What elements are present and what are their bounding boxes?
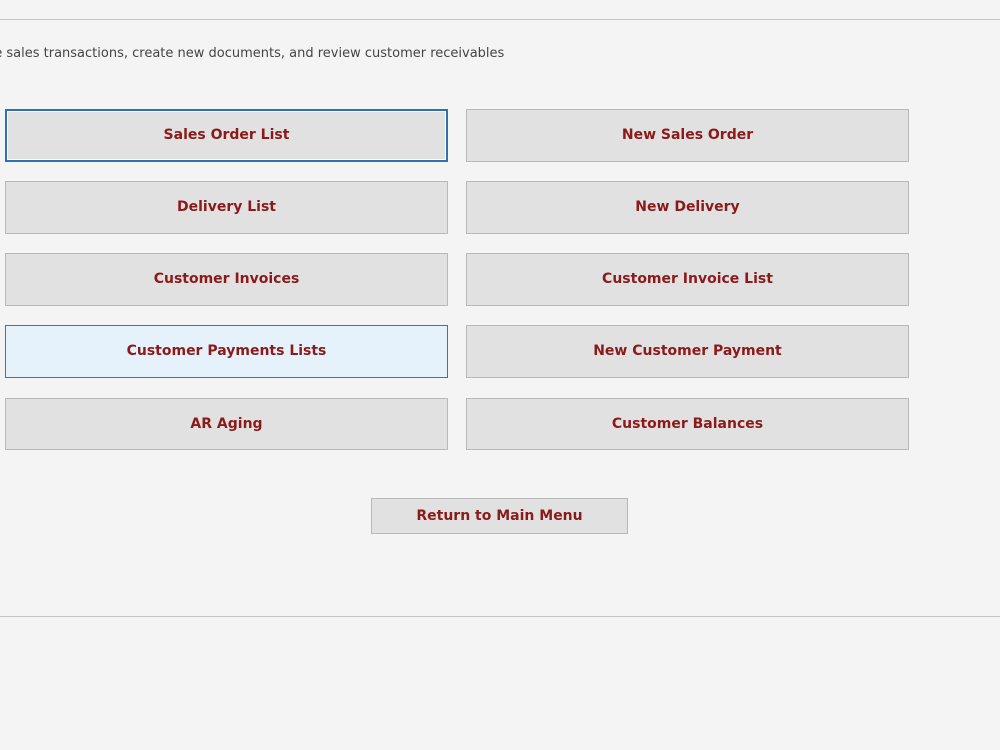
customer-payments-lists-button[interactable]: Customer Payments Lists (5, 325, 448, 378)
bottom-divider (0, 616, 1000, 617)
return-to-main-menu-button[interactable]: Return to Main Menu (371, 498, 628, 534)
customer-invoices-button[interactable]: Customer Invoices (5, 253, 448, 306)
ar-aging-button[interactable]: AR Aging (5, 398, 448, 450)
customer-balances-button[interactable]: Customer Balances (466, 398, 909, 450)
customer-invoice-list-button[interactable]: Customer Invoice List (466, 253, 909, 306)
new-delivery-button[interactable]: New Delivery (466, 181, 909, 234)
new-customer-payment-button[interactable]: New Customer Payment (466, 325, 909, 378)
new-sales-order-button[interactable]: New Sales Order (466, 109, 909, 162)
page-subtitle-text: ge sales transactions, create new docume… (0, 46, 505, 61)
sales-order-list-button[interactable]: Sales Order List (5, 109, 448, 162)
top-divider (0, 19, 1000, 20)
delivery-list-button[interactable]: Delivery List (5, 181, 448, 234)
page-subtitle: ge sales transactions, create new docume… (0, 44, 1000, 64)
